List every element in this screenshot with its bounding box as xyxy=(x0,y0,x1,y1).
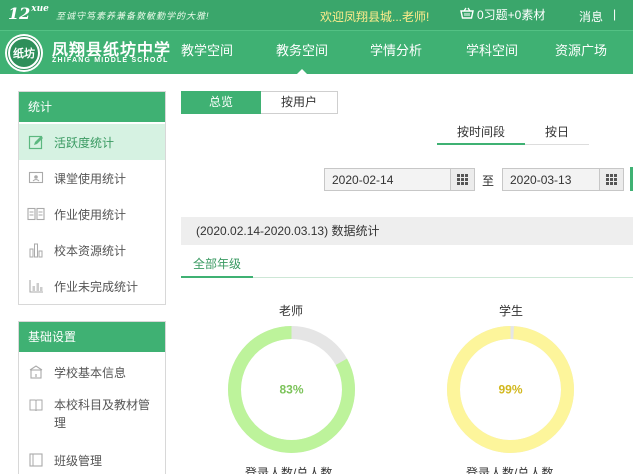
sidebar-item-homework-stats[interactable]: 作业使用统计 xyxy=(19,196,165,232)
tab-by-period[interactable]: 按时间段 xyxy=(437,121,525,145)
date-to-value: 2020-03-13 xyxy=(510,172,572,187)
stat-title-bar: (2020.02.14-2020.03.13) 数据统计 xyxy=(181,217,633,245)
sidebar-item-classroom-stats[interactable]: 课堂使用统计 xyxy=(19,160,165,196)
teacher-chart-title: 老师 xyxy=(278,304,303,318)
main-header: 纸坊 凤翔县纸坊中学 ZHIFANG MIDDLE SCHOOL 教学空间 教务… xyxy=(0,30,633,74)
stats-panel-title: 统计 xyxy=(19,92,165,122)
sidebar-item-label: 课堂使用统计 xyxy=(54,171,127,186)
homework-icon xyxy=(27,206,45,222)
sidebar-item-class-management[interactable]: 班级管理 xyxy=(19,442,165,474)
sidebar-item-label: 活跃度统计 xyxy=(54,135,115,150)
bar-chart-icon xyxy=(27,242,45,258)
main-nav: 教学空间 教务空间 学情分析 学科空间 资源广场 xyxy=(170,31,610,74)
basket-link[interactable]: 0习题+0素材 xyxy=(460,6,545,23)
donut-percent-label: 83% xyxy=(279,383,303,397)
chart-icon xyxy=(27,278,45,294)
nav-academic-space[interactable]: 教务空间 xyxy=(244,31,360,74)
basket-icon xyxy=(460,7,474,23)
settings-panel: 基础设置 学校基本信息 本校科目及教材管理 班级管理 xyxy=(18,321,166,474)
student-chart-caption: 登录人数/总人数 xyxy=(466,466,554,474)
sidebar-item-school-info[interactable]: 学校基本信息 xyxy=(19,354,165,390)
school-logo-emblem: 纸坊 xyxy=(8,37,40,69)
slogan: 至诚守笃素养兼备敦敏勤学的大雅! xyxy=(56,11,210,21)
school-name-en: ZHIFANG MIDDLE SCHOOL xyxy=(52,57,169,64)
date-from-value: 2020-02-14 xyxy=(332,172,394,187)
sidebar-item-label: 本校科目及教材管理 xyxy=(54,398,151,430)
date-to-field[interactable]: 2020-03-13 xyxy=(502,168,624,191)
stats-panel: 统计 活跃度统计 课堂使用统计 作业使用统计 校本资源统计 作业未完成统计 xyxy=(18,91,166,305)
tab-by-user[interactable]: 按用户 xyxy=(261,91,338,114)
edit-icon xyxy=(27,134,45,150)
messages-link[interactable]: 消息 xyxy=(579,8,603,25)
sidebar-item-label: 学校基本信息 xyxy=(54,365,127,380)
grade-tabs: 全部年级 xyxy=(181,252,633,278)
sidebar-item-label: 班级管理 xyxy=(54,453,103,468)
calendar-icon[interactable] xyxy=(450,169,474,190)
nav-subject-space[interactable]: 学科空间 xyxy=(432,31,552,74)
nav-resource-square[interactable]: 资源广场 xyxy=(552,31,610,74)
nav-teaching-space[interactable]: 教学空间 xyxy=(170,31,244,74)
nav-learning-analysis[interactable]: 学情分析 xyxy=(360,31,432,74)
school-icon xyxy=(27,364,45,380)
separator: | xyxy=(613,7,617,21)
calendar-icon[interactable] xyxy=(599,169,623,190)
sidebar-item-label: 作业未完成统计 xyxy=(54,279,139,294)
welcome-text[interactable]: 欢迎凤翔县城...老师! xyxy=(320,8,429,25)
class-icon xyxy=(27,452,45,468)
brand-logo[interactable]: 12xue xyxy=(8,4,49,23)
view-tabs: 总览 按用户 xyxy=(181,91,338,114)
sidebar-item-subject-textbook[interactable]: 本校科目及教材管理 xyxy=(19,390,165,442)
school-logo[interactable]: 纸坊 xyxy=(5,34,43,72)
book-icon xyxy=(27,397,45,413)
basket-label: 0习题+0素材 xyxy=(477,8,546,22)
tab-all-grades[interactable]: 全部年级 xyxy=(181,252,254,278)
date-range-separator: 至 xyxy=(482,174,495,188)
classroom-icon xyxy=(27,170,45,186)
tab-by-day[interactable]: 按日 xyxy=(525,121,589,145)
sidebar-item-label: 作业使用统计 xyxy=(54,207,127,222)
sidebar-item-activity-stats[interactable]: 活跃度统计 xyxy=(19,124,165,160)
settings-panel-title: 基础设置 xyxy=(19,322,165,352)
teacher-chart-caption: 登录人数/总人数 xyxy=(245,466,333,474)
student-chart-title: 学生 xyxy=(498,304,523,318)
sidebar-item-school-resource-stats[interactable]: 校本资源统计 xyxy=(19,232,165,268)
date-from-field[interactable]: 2020-02-14 xyxy=(324,168,475,191)
period-tabs: 按时间段 按日 xyxy=(437,121,589,145)
sidebar-item-homework-incomplete-stats[interactable]: 作业未完成统计 xyxy=(19,268,165,304)
top-strip: 12xue 至诚守笃素养兼备敦敏勤学的大雅! 欢迎凤翔县城...老师! 0习题+… xyxy=(0,0,633,30)
sidebar-item-label: 校本资源统计 xyxy=(54,243,127,258)
tab-overview[interactable]: 总览 xyxy=(181,91,261,114)
donut-percent-label: 99% xyxy=(498,383,522,397)
teacher-donut-chart: 83% xyxy=(227,325,356,454)
student-donut-chart: 99% xyxy=(446,325,575,454)
